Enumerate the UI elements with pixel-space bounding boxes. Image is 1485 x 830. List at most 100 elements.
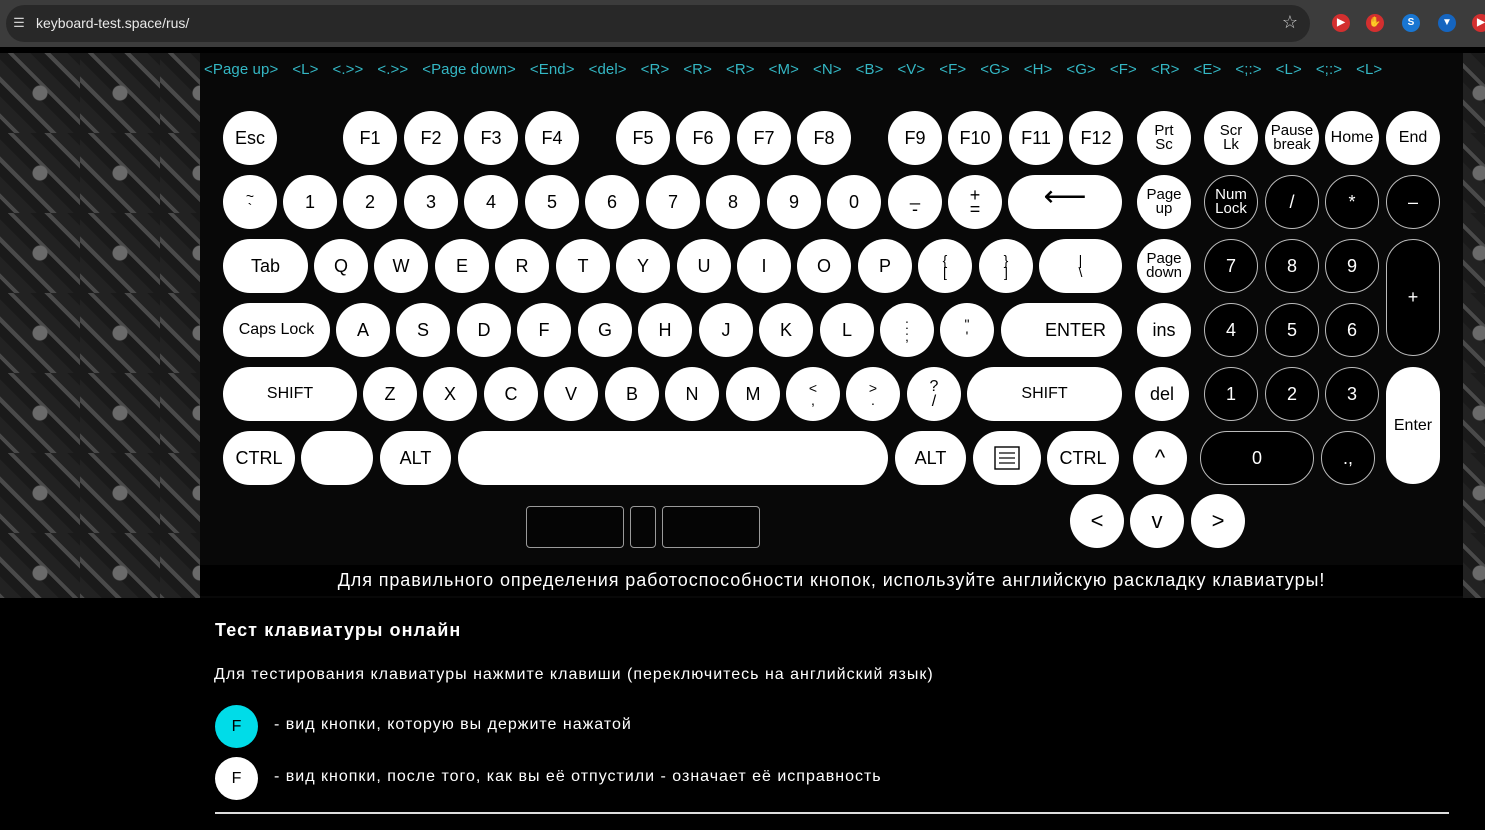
key-numpad-multiply[interactable]: * <box>1325 175 1379 229</box>
key-period[interactable]: >. <box>846 367 900 421</box>
key-right-alt[interactable]: ALT <box>895 431 966 485</box>
address-bar[interactable]: ☰ keyboard-test.space/rus/ ☆ <box>6 5 1310 42</box>
key-2[interactable]: 2 <box>343 175 397 229</box>
key-left-bracket[interactable]: {[ <box>918 239 972 293</box>
key-tab[interactable]: Tab <box>223 239 308 293</box>
key-caps-lock[interactable]: Caps Lock <box>223 303 330 357</box>
key-f6[interactable]: F6 <box>676 111 730 165</box>
key-enter[interactable]: ENTER <box>1001 303 1122 357</box>
key-y[interactable]: Y <box>616 239 670 293</box>
key-numpad-7[interactable]: 7 <box>1204 239 1258 293</box>
key-esc[interactable]: Esc <box>223 111 277 165</box>
key-f11[interactable]: F11 <box>1009 111 1063 165</box>
shazam-extension-icon[interactable]: S <box>1402 14 1420 32</box>
key-v[interactable]: V <box>544 367 598 421</box>
key-o[interactable]: O <box>797 239 851 293</box>
key-minus[interactable]: _ - <box>888 175 942 229</box>
key-d[interactable]: D <box>457 303 511 357</box>
key-arrow-left[interactable]: < <box>1070 494 1124 548</box>
key-f[interactable]: F <box>517 303 571 357</box>
key-slash[interactable]: ? / <box>907 367 961 421</box>
key-end[interactable]: End <box>1386 111 1440 165</box>
key-u[interactable]: U <box>677 239 731 293</box>
key-x[interactable]: X <box>423 367 477 421</box>
key-f2[interactable]: F2 <box>404 111 458 165</box>
key-num-lock[interactable]: Num Lock <box>1204 175 1258 229</box>
key-right-bracket[interactable]: }] <box>979 239 1033 293</box>
bookmark-star-icon[interactable]: ☆ <box>1282 12 1298 33</box>
key-f1[interactable]: F1 <box>343 111 397 165</box>
key-win[interactable] <box>301 431 373 485</box>
key-i[interactable]: I <box>737 239 791 293</box>
key-3[interactable]: 3 <box>404 175 458 229</box>
key-h[interactable]: H <box>638 303 692 357</box>
key-t[interactable]: T <box>556 239 610 293</box>
key-7[interactable]: 7 <box>646 175 700 229</box>
key-w[interactable]: W <box>374 239 428 293</box>
key-c[interactable]: C <box>484 367 538 421</box>
key-numpad-subtract[interactable]: – <box>1386 175 1440 229</box>
key-5[interactable]: 5 <box>525 175 579 229</box>
key-k[interactable]: K <box>759 303 813 357</box>
key-n[interactable]: N <box>665 367 719 421</box>
key-e[interactable]: E <box>435 239 489 293</box>
key-backslash[interactable]: | \ <box>1039 239 1122 293</box>
key-numpad-decimal[interactable]: ., <box>1321 431 1375 485</box>
key-print-screen[interactable]: Prt Sc <box>1137 111 1191 165</box>
key-numpad-6[interactable]: 6 <box>1325 303 1379 357</box>
key-left-alt[interactable]: ALT <box>380 431 451 485</box>
key-l[interactable]: L <box>820 303 874 357</box>
key-s[interactable]: S <box>396 303 450 357</box>
key-pause-break[interactable]: Pause break <box>1265 111 1319 165</box>
key-right-shift[interactable]: SHIFT <box>967 367 1122 421</box>
key-8[interactable]: 8 <box>706 175 760 229</box>
key-1[interactable]: 1 <box>283 175 337 229</box>
key-f10[interactable]: F10 <box>948 111 1002 165</box>
site-settings-icon[interactable]: ☰ <box>11 15 27 31</box>
video-extension-icon[interactable]: ▶ <box>1332 14 1350 32</box>
key-context-menu[interactable] <box>973 431 1041 485</box>
key-left-ctrl[interactable]: CTRL <box>223 431 295 485</box>
key-page-up[interactable]: Page up <box>1137 175 1191 229</box>
key-numpad-divide[interactable]: / <box>1265 175 1319 229</box>
key-space[interactable] <box>458 431 888 485</box>
key-f7[interactable]: F7 <box>737 111 791 165</box>
key-f4[interactable]: F4 <box>525 111 579 165</box>
key-0[interactable]: 0 <box>827 175 881 229</box>
shield-extension-icon[interactable]: ▼ <box>1438 14 1456 32</box>
key-9[interactable]: 9 <box>767 175 821 229</box>
key-scroll-lock[interactable]: Scr Lk <box>1204 111 1258 165</box>
key-j[interactable]: J <box>699 303 753 357</box>
url-text[interactable]: keyboard-test.space/rus/ <box>36 15 189 31</box>
key-z[interactable]: Z <box>363 367 417 421</box>
key-r[interactable]: R <box>495 239 549 293</box>
key-arrow-down[interactable]: v <box>1130 494 1184 548</box>
key-home[interactable]: Home <box>1325 111 1379 165</box>
key-right-ctrl[interactable]: CTRL <box>1047 431 1119 485</box>
key-f8[interactable]: F8 <box>797 111 851 165</box>
hand-extension-icon[interactable]: ✋ <box>1366 14 1384 32</box>
key-numpad-3[interactable]: 3 <box>1325 367 1379 421</box>
key-numpad-2[interactable]: 2 <box>1265 367 1319 421</box>
key-semicolon[interactable]: :; <box>880 303 934 357</box>
key-m[interactable]: M <box>726 367 780 421</box>
key-4[interactable]: 4 <box>464 175 518 229</box>
key-quote[interactable]: " ' <box>940 303 994 357</box>
key-numpad-5[interactable]: 5 <box>1265 303 1319 357</box>
key-page-down[interactable]: Page down <box>1137 239 1191 293</box>
key-numpad-add[interactable]: + <box>1386 239 1440 356</box>
key-numpad-0[interactable]: 0 <box>1200 431 1314 485</box>
key-q[interactable]: Q <box>314 239 368 293</box>
key-backspace[interactable]: ⟵ <box>1008 175 1122 229</box>
key-a[interactable]: A <box>336 303 390 357</box>
key-numpad-9[interactable]: 9 <box>1325 239 1379 293</box>
key-f12[interactable]: F12 <box>1069 111 1123 165</box>
key-left-shift[interactable]: SHIFT <box>223 367 357 421</box>
key-arrow-right[interactable]: > <box>1191 494 1245 548</box>
key-6[interactable]: 6 <box>585 175 639 229</box>
key-insert[interactable]: ins <box>1137 303 1191 357</box>
key-f9[interactable]: F9 <box>888 111 942 165</box>
key-b[interactable]: B <box>605 367 659 421</box>
key-numpad-enter[interactable]: Enter <box>1386 367 1440 484</box>
key-arrow-up[interactable]: ^ <box>1133 431 1187 485</box>
